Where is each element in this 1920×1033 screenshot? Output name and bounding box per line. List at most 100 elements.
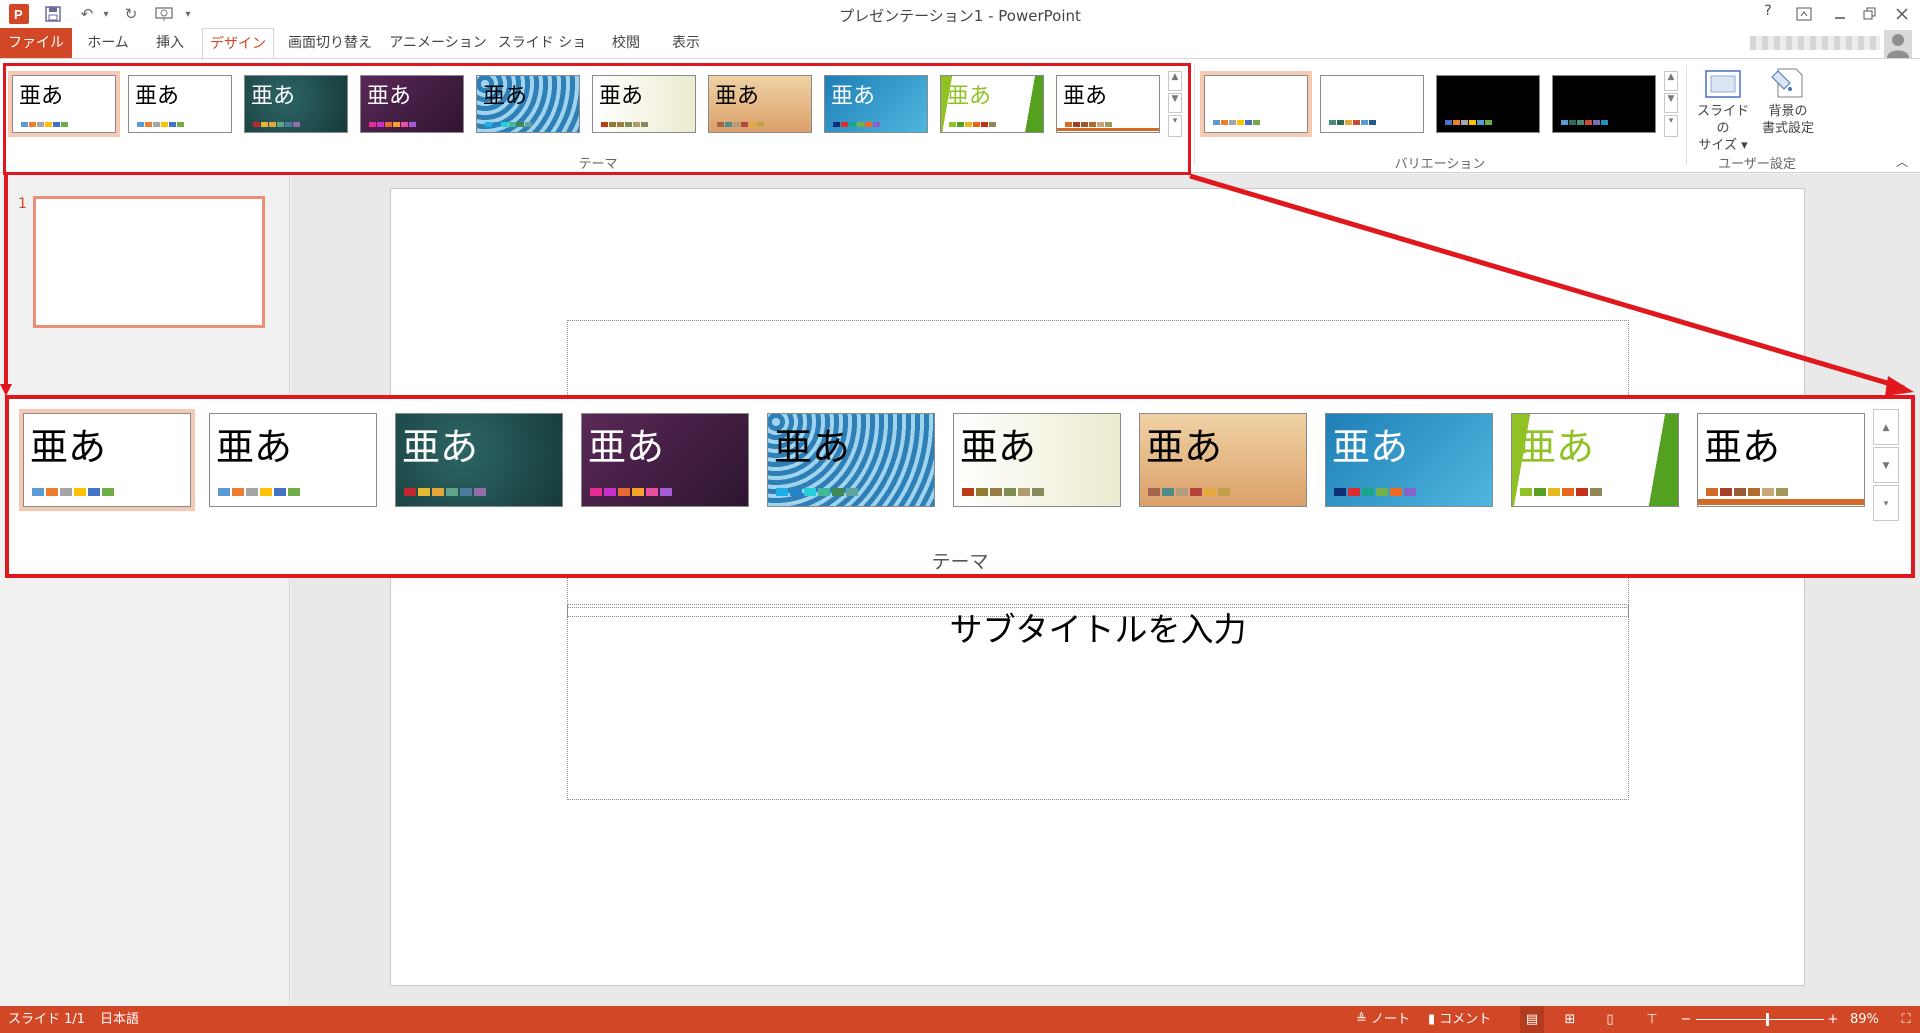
zoomed-scroll-down-icon[interactable]: ▼ <box>1873 447 1899 483</box>
zoomed-theme-office-2[interactable]: 亜あ <box>205 409 381 511</box>
fit-to-window-icon[interactable]: ⛶ <box>1896 1006 1916 1033</box>
zoomed-theme-color-swatches <box>776 488 860 496</box>
zoomed-theme-preview: 亜あ <box>953 413 1121 507</box>
slide-show-icon[interactable]: ⊤ <box>1640 1006 1664 1033</box>
zoomed-theme-facet[interactable]: 亜あ <box>1507 409 1683 511</box>
zoomed-theme-gallery-callout: 亜あ 亜あ 亜あ 亜あ 亜あ 亜あ 亜あ 亜あ 亜あ 亜あ ▲ ▼ ▾ テーマ <box>5 395 1915 578</box>
notes-icon: ≜ <box>1356 1012 1372 1027</box>
zoomed-color-swatch <box>1348 488 1360 496</box>
zoomed-more-icon[interactable]: ▾ <box>1873 485 1899 521</box>
zoomed-color-swatch <box>46 488 58 496</box>
language-indicator[interactable]: 日本語 <box>100 1006 139 1033</box>
zoomed-color-swatch <box>232 488 244 496</box>
zoomed-color-swatch <box>1004 488 1016 496</box>
slide-sorter-icon[interactable]: ⊞ <box>1558 1006 1582 1033</box>
zoomed-color-swatch <box>260 488 272 496</box>
zoomed-color-swatch <box>74 488 86 496</box>
zoomed-color-swatch <box>1032 488 1044 496</box>
zoom-slider-track[interactable] <box>1696 1013 1824 1026</box>
zoomed-color-swatch <box>1376 488 1388 496</box>
zoomed-theme-sample-text: 亜あ <box>1146 425 1223 469</box>
zoomed-color-swatch <box>1706 488 1718 496</box>
zoomed-theme-sample-text: 亜あ <box>216 425 293 469</box>
zoomed-color-swatch <box>1390 488 1402 496</box>
zoomed-color-swatch <box>1590 488 1602 496</box>
zoomed-color-swatch <box>1562 488 1574 496</box>
zoomed-theme-ion[interactable]: 亜あ <box>1321 409 1497 511</box>
zoomed-theme-color-swatches <box>962 488 1046 496</box>
zoomed-color-swatch <box>404 488 416 496</box>
zoomed-theme-retro[interactable]: 亜あ <box>949 409 1125 511</box>
zoomed-theme-purple[interactable]: 亜あ <box>577 409 753 511</box>
zoomed-color-swatch <box>818 488 830 496</box>
zoomed-theme-sample-text: 亜あ <box>30 425 107 469</box>
zoomed-theme-color-swatches <box>404 488 488 496</box>
zoomed-color-swatch <box>446 488 458 496</box>
zoomed-scroll-up-icon[interactable]: ▲ <box>1873 409 1899 445</box>
zoomed-theme-preview: 亜あ <box>767 413 935 507</box>
zoomed-color-swatch <box>646 488 658 496</box>
zoomed-theme-color-swatches <box>1334 488 1418 496</box>
zoomed-theme-sample-text: 亜あ <box>402 425 479 469</box>
zoomed-color-swatch <box>218 488 230 496</box>
zoomed-theme-color-swatches <box>32 488 116 496</box>
zoomed-color-swatch <box>976 488 988 496</box>
zoom-slider-thumb[interactable] <box>1766 1013 1769 1026</box>
zoomed-theme-office[interactable]: 亜あ <box>19 409 195 511</box>
zoomed-color-swatch <box>832 488 844 496</box>
zoomed-theme-chalk[interactable]: 亜あ <box>391 409 567 511</box>
status-bar: スライド 1/1 日本語 ≜ ノート ▮ コメント ▤ ⊞ ▯ ⊤ − + 89… <box>0 1006 1920 1033</box>
zoomed-group-label-themes: テーマ <box>931 551 989 573</box>
zoomed-theme-pattern[interactable]: 亜あ <box>763 409 939 511</box>
zoomed-theme-wood[interactable]: 亜あ <box>1135 409 1311 511</box>
zoomed-color-swatch <box>990 488 1002 496</box>
zoomed-color-swatch <box>1520 488 1532 496</box>
zoomed-color-swatch <box>288 488 300 496</box>
reading-view-icon[interactable]: ▯ <box>1598 1006 1622 1033</box>
zoomed-color-swatch <box>846 488 858 496</box>
zoomed-theme-banded[interactable]: 亜あ <box>1693 409 1869 511</box>
zoomed-color-swatch <box>432 488 444 496</box>
zoomed-theme-color-swatches <box>1520 488 1604 496</box>
zoomed-theme-sample-text: 亜あ <box>588 425 665 469</box>
zoomed-color-swatch <box>274 488 286 496</box>
zoomed-theme-color-swatches <box>590 488 674 496</box>
zoomed-color-swatch <box>1548 488 1560 496</box>
zoomed-color-swatch <box>1148 488 1160 496</box>
zoomed-theme-sample-text: 亜あ <box>1332 425 1409 469</box>
zoom-level[interactable]: 89% <box>1850 1006 1879 1033</box>
zoomed-color-swatch <box>660 488 672 496</box>
zoom-out-button[interactable]: − <box>1680 1006 1692 1033</box>
zoomed-color-swatch <box>88 488 100 496</box>
zoomed-theme-color-swatches <box>1148 488 1232 496</box>
zoomed-theme-preview: 亜あ <box>1697 413 1865 507</box>
zoomed-color-swatch <box>474 488 486 496</box>
zoomed-color-swatch <box>102 488 114 496</box>
zoomed-color-swatch <box>1404 488 1416 496</box>
notes-button[interactable]: ≜ ノート <box>1356 1006 1410 1033</box>
zoomed-theme-sample-text: 亜あ <box>960 425 1037 469</box>
zoomed-color-swatch <box>1576 488 1588 496</box>
zoomed-color-swatch <box>1176 488 1188 496</box>
zoomed-color-swatch <box>32 488 44 496</box>
theme-group-highlight-box <box>3 63 1191 175</box>
zoomed-color-swatch <box>962 488 974 496</box>
zoomed-color-swatch <box>1776 488 1788 496</box>
zoomed-theme-sample-text: 亜あ <box>1704 425 1781 469</box>
zoomed-color-swatch <box>1334 488 1346 496</box>
zoomed-color-swatch <box>60 488 72 496</box>
zoomed-color-swatch <box>1190 488 1202 496</box>
zoomed-color-swatch <box>790 488 802 496</box>
zoomed-theme-preview: 亜あ <box>1325 413 1493 507</box>
zoomed-theme-sample-text: 亜あ <box>1518 425 1595 469</box>
zoomed-color-swatch <box>632 488 644 496</box>
zoom-in-button[interactable]: + <box>1826 1006 1840 1033</box>
normal-view-icon[interactable]: ▤ <box>1520 1006 1544 1033</box>
slide-count[interactable]: スライド 1/1 <box>8 1006 85 1033</box>
zoomed-theme-preview: 亜あ <box>581 413 749 507</box>
zoomed-color-swatch <box>604 488 616 496</box>
comments-button[interactable]: ▮ コメント <box>1428 1006 1491 1033</box>
zoomed-theme-preview: 亜あ <box>1511 413 1679 507</box>
zoomed-color-swatch <box>590 488 602 496</box>
zoomed-theme-gallery: 亜あ 亜あ 亜あ 亜あ 亜あ 亜あ 亜あ 亜あ 亜あ 亜あ <box>19 409 1877 525</box>
